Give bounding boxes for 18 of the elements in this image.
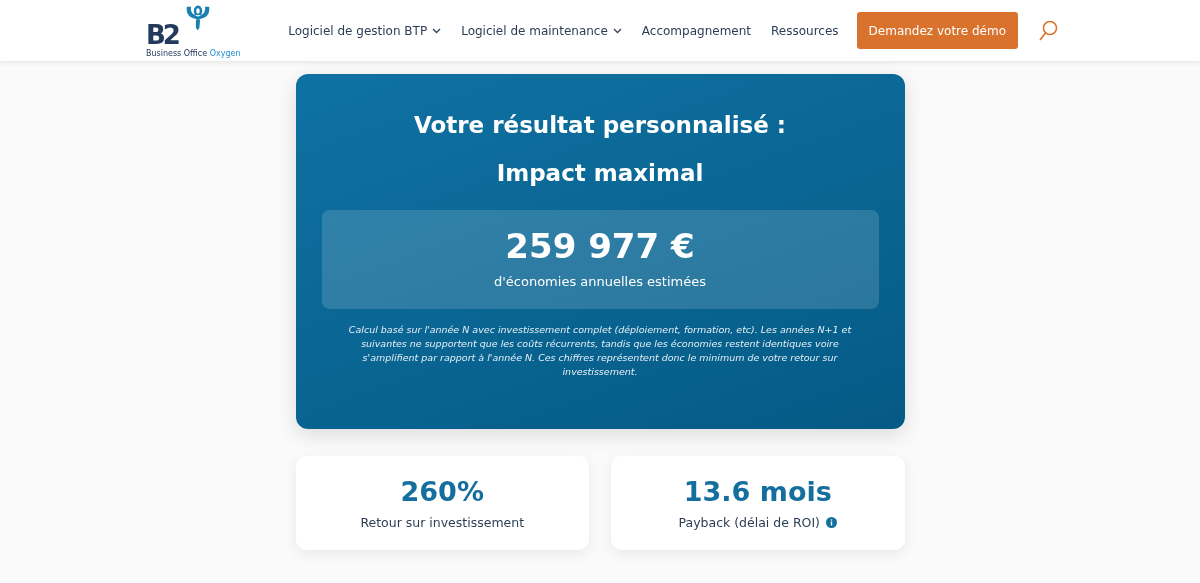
result-subtitle: Impact maximal [495,160,705,186]
result-note: Calcul basé sur l'année N avec investissement complet (déploiement, formation, etc). Les années N+1 et suivantes ne supportent que les coûts récurrents, tandis que les économies restent identiques voire s'amplifient par rapport à l'année N. Ces chiffres représentent donc le minimum de votre retour sur investissement. [347,323,853,379]
nav-link[interactable]: Ressources [771,23,839,38]
search-icon[interactable] [1038,19,1058,42]
nav-link[interactable]: Logiciel de gestion BTP [288,23,442,38]
nav-link[interactable]: Accompagnement [641,23,751,38]
nav-link[interactable]: Logiciel de maintenance [461,23,622,38]
stat-label: Payback (délai de ROI) [678,515,820,530]
logo-icon [184,3,212,32]
stat-value: 13.6 mois [682,476,833,507]
info-icon[interactable] [826,517,837,528]
stat-value: 260% [399,476,485,507]
savings-amount: 259 977 € [504,226,696,266]
logo-text: B2 [146,21,178,48]
result-title: Votre résultat personnalisé : [412,112,788,138]
logo-tagline: Business Office Oxygen [146,48,241,58]
stat-label: Retour sur investissement [360,515,525,530]
savings-caption: d'économies annuelles estimées [493,274,707,289]
